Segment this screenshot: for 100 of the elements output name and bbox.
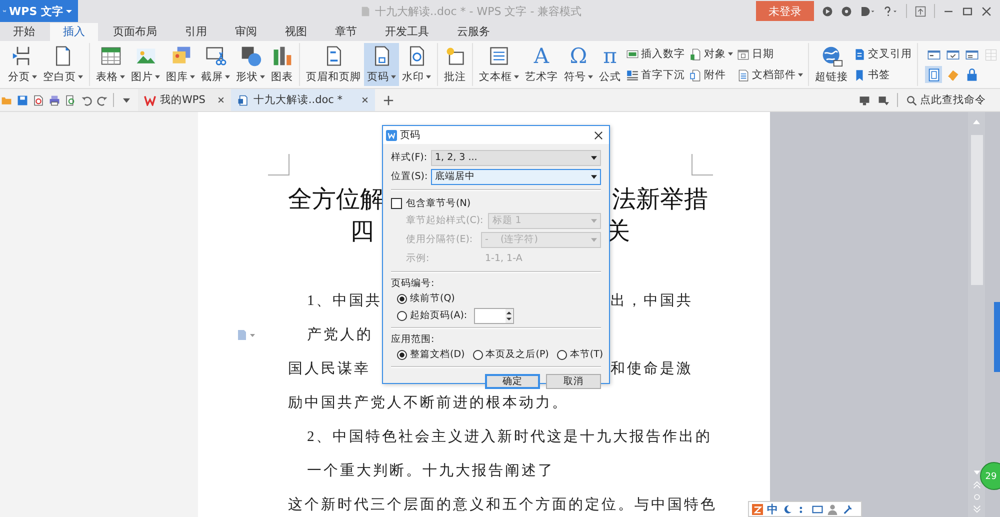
ribbon-button[interactable]: 空白页	[40, 43, 86, 86]
paragraph-text: 产党人的	[307, 326, 373, 345]
search-icon	[906, 94, 917, 106]
radio-label: 起始页码(A):	[410, 309, 468, 322]
ribbon-tab[interactable]: 审阅	[222, 23, 270, 41]
caret-icon	[591, 156, 597, 160]
ribbon-button[interactable]: 图片	[128, 43, 163, 86]
form-icon	[926, 68, 940, 82]
radio-button[interactable]	[397, 310, 407, 320]
caret-icon	[798, 73, 803, 77]
ribbon-button[interactable]: 水印	[399, 43, 434, 86]
number-field[interactable]	[474, 308, 514, 324]
save-icon[interactable]	[17, 94, 28, 106]
ribbon-button[interactable]: 图库	[163, 43, 198, 86]
ribbon-button[interactable]: 对象	[689, 47, 733, 61]
ribbon-button[interactable]: 文本框	[476, 43, 522, 86]
text-field-icon	[926, 48, 940, 62]
document-tab[interactable]: 我的WPS	[138, 89, 232, 111]
paragraph-menu-icon[interactable]	[236, 329, 256, 341]
checkbox[interactable]	[391, 198, 402, 208]
dialog-button[interactable]: 确定	[485, 374, 540, 389]
paragraph-text: 国人民谋幸	[288, 360, 370, 379]
close-icon[interactable]	[981, 6, 992, 16]
ribbon-tab[interactable]: 开发工具	[372, 23, 442, 41]
radio-button[interactable]	[397, 294, 407, 304]
dialog-button[interactable]: 取消	[546, 374, 601, 389]
ribbon-button[interactable]: 分页	[5, 43, 40, 86]
pdf-icon[interactable]	[33, 94, 44, 106]
ribbon-button[interactable]: 书签	[853, 68, 912, 82]
close-icon[interactable]	[594, 130, 603, 140]
monitor-icon[interactable]	[859, 94, 870, 106]
ime-logo-icon[interactable]	[752, 504, 763, 514]
text-box-icon	[488, 45, 510, 67]
scroll-down-icon[interactable]	[972, 469, 980, 477]
symbol-glyph-icon: π	[603, 45, 617, 67]
ribbon-button[interactable]: 页码	[364, 43, 399, 86]
ribbon-button[interactable]: 文档部件	[737, 68, 803, 82]
pin-icon[interactable]	[915, 6, 926, 16]
redo-icon[interactable]	[97, 94, 108, 106]
ribbon-tab[interactable]: 页面布局	[100, 23, 170, 41]
caret-icon	[190, 75, 195, 79]
search-field[interactable]: 点此查找命令	[906, 94, 996, 106]
feedback-icon[interactable]	[860, 6, 875, 16]
caret-icon	[260, 75, 265, 79]
scrollbar[interactable]	[968, 112, 985, 517]
ribbon-button[interactable]: A 艺术字	[522, 43, 561, 86]
radio-button[interactable]	[472, 350, 483, 360]
ribbon-button[interactable]: 批注	[441, 43, 469, 86]
spin-arrows-icon[interactable]	[505, 308, 514, 322]
print-preview-icon[interactable]	[65, 94, 76, 106]
ribbon-button[interactable]: Ω 符号	[561, 43, 596, 86]
caret-icon	[728, 52, 733, 56]
ribbon-button[interactable]: 表格	[93, 43, 128, 86]
ribbon-tab[interactable]: 云服务	[444, 23, 503, 41]
dropdown[interactable]: 底端居中	[431, 168, 601, 184]
ribbon-button[interactable]: π 公式	[596, 43, 624, 86]
ribbon-tab[interactable]: 视图	[272, 23, 320, 41]
ribbon-button[interactable]: 插入数字	[626, 47, 685, 61]
ribbon-button[interactable]: 首字下沉	[626, 68, 685, 82]
dropdown-field-icon	[964, 48, 978, 62]
user-icon[interactable]	[827, 504, 838, 514]
radio-button[interactable]	[556, 350, 567, 360]
paragraph-text: 和使命是激	[610, 360, 693, 379]
number-field-icon	[626, 48, 639, 60]
tool-button[interactable]	[925, 66, 942, 83]
ribbon-button[interactable]: 交叉引用	[853, 47, 912, 61]
flag-icon[interactable]	[878, 94, 889, 106]
ribbon-button[interactable]: 日期	[737, 47, 803, 61]
ribbon-tab[interactable]: 引用	[172, 23, 220, 41]
ribbon-button[interactable]: 形状	[233, 43, 268, 86]
heading-text: 四	[350, 218, 374, 247]
ribbon-tab[interactable]: 章节	[322, 23, 370, 41]
wrench-icon[interactable]	[842, 504, 853, 514]
document-tab[interactable]: 十九大解读..doc *	[231, 89, 376, 111]
ribbon-button[interactable]: 超链接	[812, 43, 851, 86]
radio-button[interactable]	[397, 350, 407, 360]
ribbon-button[interactable]: 页眉和页脚	[303, 43, 364, 86]
new-tab-icon[interactable]	[383, 94, 394, 106]
print-icon[interactable]	[49, 94, 60, 106]
maximize-icon[interactable]	[962, 6, 973, 16]
margin-corner-mark	[691, 154, 713, 176]
field-label: 样式(F):	[391, 151, 428, 164]
moon-icon[interactable]	[782, 504, 793, 514]
ribbon-tab[interactable]: 插入	[50, 23, 98, 41]
skin-icon[interactable]	[822, 6, 833, 16]
caret-icon[interactable]	[123, 98, 130, 102]
ribbon-button[interactable]: 附件	[689, 68, 733, 82]
radio-label: 本页及之后(P)	[486, 348, 549, 361]
ime-mode-label[interactable]: 中	[767, 502, 778, 516]
help-icon[interactable]	[883, 6, 898, 16]
symbol-glyph-icon: A	[534, 45, 550, 67]
ribbon-tab[interactable]: 开始	[0, 23, 48, 41]
undo-icon[interactable]	[81, 94, 92, 106]
ribbon-button[interactable]: 截屏	[198, 43, 233, 86]
dropdown[interactable]: 1, 2, 3 ...	[431, 150, 601, 166]
app-menu-button[interactable]: WPS 文字	[0, 0, 78, 22]
keyboard-icon[interactable]	[812, 504, 823, 514]
message-icon[interactable]	[841, 6, 852, 16]
comment-icon	[444, 45, 466, 67]
ribbon-button[interactable]: 图表	[268, 43, 296, 86]
